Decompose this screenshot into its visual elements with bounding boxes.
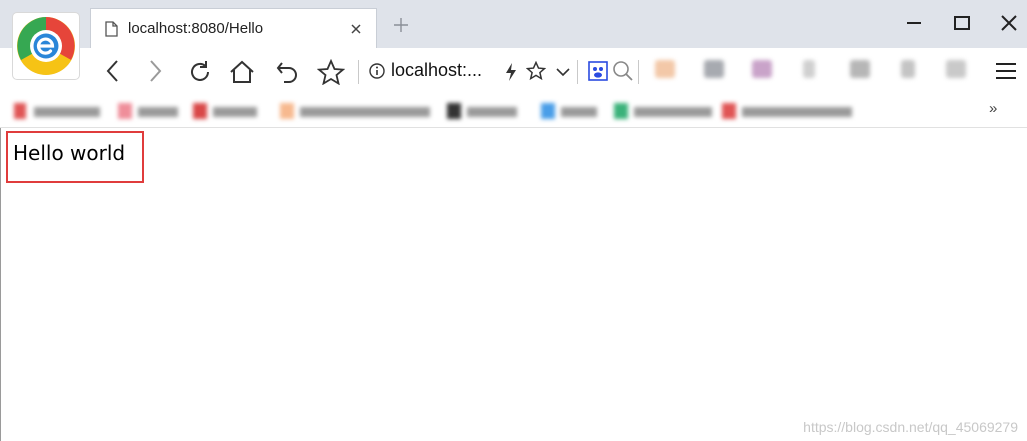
- address-bar-url[interactable]: localhost:...: [391, 60, 482, 81]
- reload-icon[interactable]: [187, 59, 213, 90]
- search-icon[interactable]: [612, 60, 634, 87]
- browser-logo: [13, 13, 79, 79]
- menu-icon[interactable]: [995, 61, 1017, 86]
- back-icon[interactable]: [104, 59, 122, 88]
- page-viewport: Hello world https://blog.csdn.net/qq_450…: [0, 128, 1027, 441]
- extension-icon[interactable]: [655, 60, 675, 78]
- close-window-icon[interactable]: [1000, 14, 1018, 37]
- new-tab-icon[interactable]: [393, 17, 409, 38]
- bookmarks-bar: »: [0, 94, 1027, 128]
- extension-icon[interactable]: [946, 60, 966, 78]
- bookmarks-more-button[interactable]: »: [989, 100, 997, 117]
- forward-icon[interactable]: [146, 59, 164, 88]
- toolbar: localhost:...: [0, 48, 1027, 94]
- close-tab-icon[interactable]: [350, 22, 362, 40]
- tab-strip: localhost:8080/Hello: [0, 0, 1027, 48]
- toolbar-divider: [577, 60, 578, 84]
- page-content-text: Hello world: [13, 141, 126, 165]
- bookmark-star-icon[interactable]: [525, 60, 547, 86]
- extension-icon[interactable]: [803, 60, 815, 78]
- baidu-search-icon[interactable]: [588, 61, 608, 86]
- undo-icon[interactable]: [275, 59, 301, 90]
- extension-icon[interactable]: [704, 60, 724, 78]
- watermark: https://blog.csdn.net/qq_45069279: [803, 419, 1018, 435]
- home-icon[interactable]: [229, 59, 255, 90]
- toolbar-divider: [638, 60, 639, 84]
- chevron-down-icon[interactable]: [555, 65, 571, 83]
- extension-icon[interactable]: [752, 60, 772, 78]
- extension-icon[interactable]: [901, 60, 915, 78]
- tab-localhost-hello[interactable]: localhost:8080/Hello: [90, 8, 377, 48]
- info-icon[interactable]: [369, 63, 385, 84]
- favorite-star-icon[interactable]: [316, 58, 346, 90]
- page-icon: [105, 21, 118, 42]
- lightning-icon[interactable]: [504, 62, 518, 87]
- tab-title: localhost:8080/Hello: [128, 20, 264, 37]
- maximize-icon[interactable]: [953, 14, 971, 37]
- minimize-icon[interactable]: [906, 14, 922, 37]
- extension-icon[interactable]: [850, 60, 870, 78]
- toolbar-divider: [358, 60, 359, 84]
